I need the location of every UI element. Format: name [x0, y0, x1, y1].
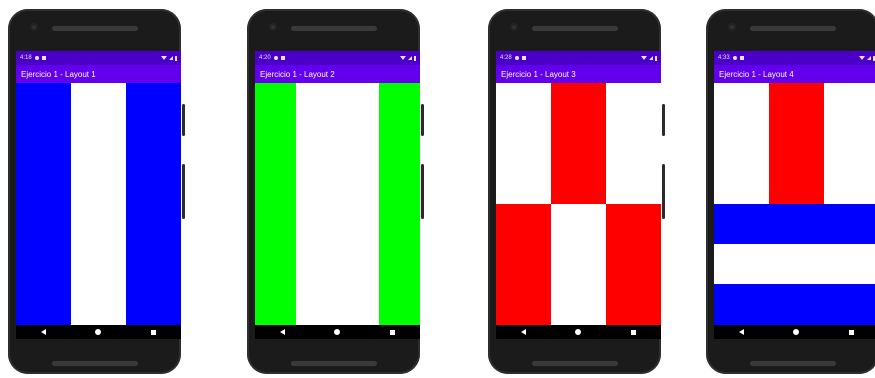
screen: 4:28 Ejercicio 1 - Layout 3	[496, 51, 661, 339]
speaker-grille-bottom	[290, 361, 377, 366]
white-cell-top-left	[496, 83, 551, 204]
speaker-grille	[531, 26, 618, 31]
camera-icon	[510, 23, 518, 31]
green-column-left	[255, 83, 296, 325]
red-cell-bottom-right	[606, 204, 661, 325]
sim-icon	[41, 56, 46, 60]
speaker-grille	[749, 26, 836, 31]
white-cell-top-right	[606, 83, 661, 204]
white-stripe-middle	[714, 244, 875, 284]
camera-icon	[728, 23, 736, 31]
back-icon[interactable]	[738, 329, 744, 335]
app-title: Ejercicio 1 - Layout 1	[21, 69, 96, 79]
wifi-icon	[161, 56, 167, 60]
battery-icon	[175, 55, 177, 61]
sim-icon	[521, 56, 526, 60]
speaker-grille-bottom	[51, 361, 138, 366]
battery-icon	[655, 55, 657, 61]
layout-content	[255, 83, 420, 325]
red-cell-top-middle	[769, 83, 824, 204]
home-icon[interactable]	[95, 329, 102, 335]
white-column-middle	[71, 83, 126, 325]
status-time: 4:18	[20, 55, 32, 61]
battery-icon	[414, 55, 416, 61]
settings-icon	[273, 56, 278, 60]
back-icon[interactable]	[40, 329, 46, 335]
phone-1: 4:18 Ejercicio 1 - Layout 1	[8, 9, 185, 374]
recents-icon[interactable]	[849, 329, 855, 335]
navigation-bar	[16, 325, 181, 339]
blue-stripe-bottom	[714, 284, 875, 325]
home-icon[interactable]	[334, 329, 341, 335]
wifi-icon	[400, 56, 406, 60]
volume-button	[182, 164, 185, 219]
app-bar: Ejercicio 1 - Layout 1	[16, 65, 181, 83]
phone-2: 4:20 Ejercicio 1 - Layout 2	[247, 9, 424, 374]
settings-icon	[732, 56, 737, 60]
phone-4: 4:33 Ejercicio 1 - Layout 4	[706, 9, 875, 374]
green-column-right	[379, 83, 420, 325]
screen: 4:33 Ejercicio 1 - Layout 4	[714, 51, 875, 339]
sim-icon	[280, 56, 285, 60]
blue-column-left	[16, 83, 71, 325]
red-cell-top-middle	[551, 83, 606, 204]
white-cell-top-left	[714, 83, 769, 204]
layout-content	[16, 83, 181, 325]
speaker-grille-bottom	[531, 361, 618, 366]
navigation-bar	[255, 325, 420, 339]
power-button	[421, 104, 424, 136]
power-button	[662, 104, 665, 136]
camera-icon	[30, 23, 38, 31]
signal-icon	[408, 56, 412, 60]
recents-icon[interactable]	[390, 329, 396, 335]
app-bar: Ejercicio 1 - Layout 2	[255, 65, 420, 83]
app-bar: Ejercicio 1 - Layout 3	[496, 65, 661, 83]
navigation-bar	[714, 325, 875, 339]
status-time: 4:28	[500, 55, 512, 61]
wifi-icon	[641, 56, 647, 60]
volume-button	[421, 164, 424, 219]
status-time: 4:33	[718, 55, 730, 61]
speaker-grille	[290, 26, 377, 31]
recents-icon[interactable]	[151, 329, 157, 335]
wifi-icon	[859, 56, 865, 60]
speaker-grille-bottom	[749, 361, 836, 366]
app-title: Ejercicio 1 - Layout 3	[501, 69, 576, 79]
recents-icon[interactable]	[631, 329, 637, 335]
app-title: Ejercicio 1 - Layout 2	[260, 69, 335, 79]
status-bar: 4:28	[496, 51, 661, 65]
home-icon[interactable]	[793, 329, 800, 335]
app-title: Ejercicio 1 - Layout 4	[719, 69, 794, 79]
power-button	[182, 104, 185, 136]
white-column-middle	[296, 83, 379, 325]
white-cell-top-right	[824, 83, 875, 204]
screen: 4:20 Ejercicio 1 - Layout 2	[255, 51, 420, 339]
status-time: 4:20	[259, 55, 271, 61]
phone-3: 4:28 Ejercicio 1 - Layout 3	[488, 9, 665, 374]
settings-icon	[514, 56, 519, 60]
blue-column-right	[126, 83, 181, 325]
volume-button	[662, 164, 665, 219]
status-bar: 4:18	[16, 51, 181, 65]
sim-icon	[739, 56, 744, 60]
layout-content	[714, 83, 875, 325]
screen: 4:18 Ejercicio 1 - Layout 1	[16, 51, 181, 339]
back-icon[interactable]	[279, 329, 285, 335]
home-icon[interactable]	[575, 329, 582, 335]
signal-icon	[169, 56, 173, 60]
white-cell-bottom-middle	[551, 204, 606, 325]
status-bar: 4:33	[714, 51, 875, 65]
speaker-grille	[51, 26, 138, 31]
status-bar: 4:20	[255, 51, 420, 65]
red-cell-bottom-left	[496, 204, 551, 325]
signal-icon	[649, 56, 653, 60]
layout-content	[496, 83, 661, 325]
settings-icon	[34, 56, 39, 60]
back-icon[interactable]	[520, 329, 526, 335]
app-bar: Ejercicio 1 - Layout 4	[714, 65, 875, 83]
signal-icon	[867, 56, 871, 60]
camera-icon	[269, 23, 277, 31]
blue-stripe-top	[714, 204, 875, 244]
navigation-bar	[496, 325, 661, 339]
